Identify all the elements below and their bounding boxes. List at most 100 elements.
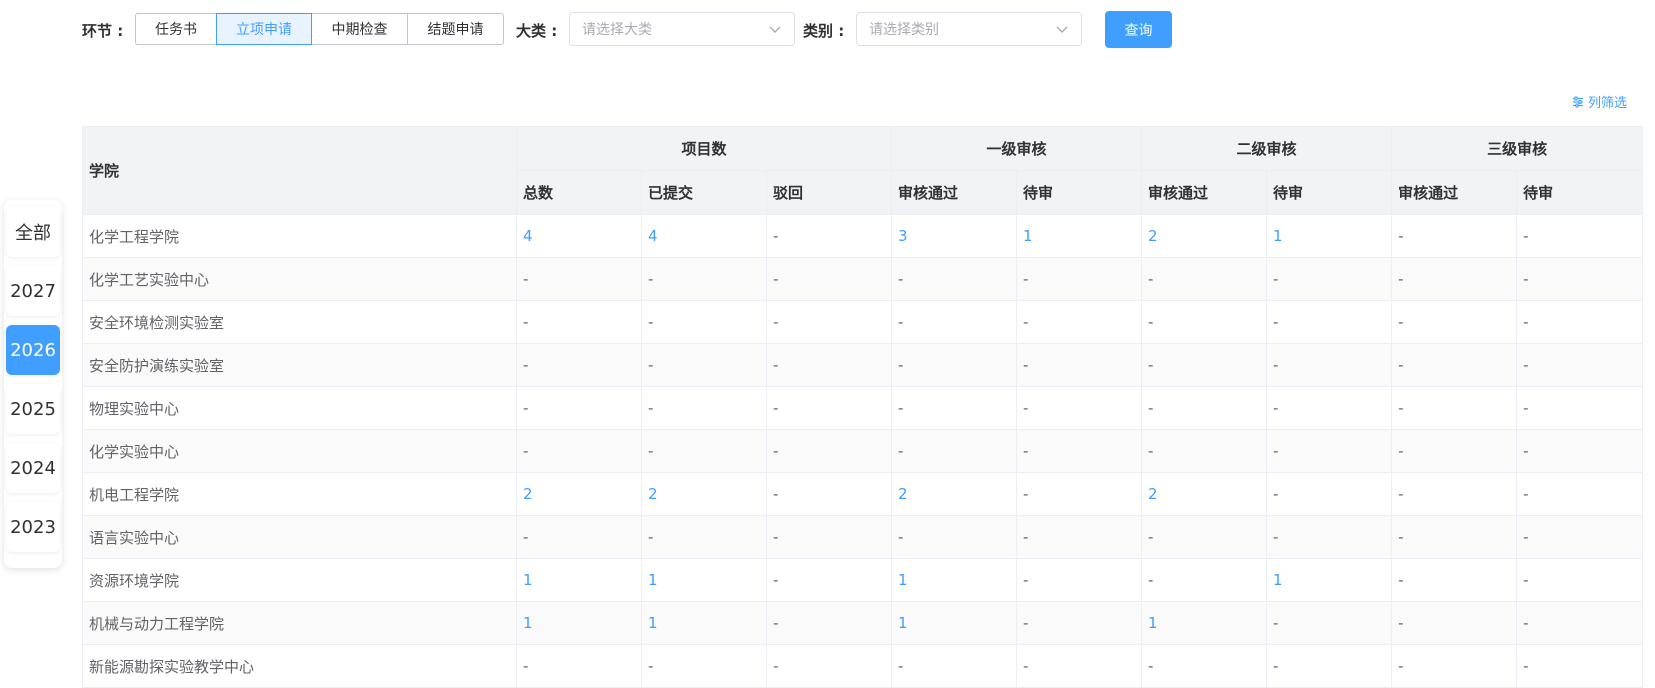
l1-pending-cell: -	[1016, 429, 1143, 473]
total-cell[interactable]: 4	[516, 214, 642, 258]
column-filter-label: 列筛选	[1588, 96, 1628, 111]
l3-pending-cell: -	[1516, 558, 1644, 602]
submitted-cell[interactable]: 2	[641, 472, 767, 516]
stage-midterm-check-button[interactable]: 中期检查	[311, 13, 408, 45]
l3-pending-column-header[interactable]: 待审	[1516, 170, 1644, 215]
submitted-cell[interactable]: 1	[641, 558, 767, 602]
l3-approved-cell: -	[1391, 472, 1518, 516]
l2-pending-cell: -	[1266, 472, 1393, 516]
college-name-cell: 化学工艺实验中心	[82, 257, 517, 301]
l2-pending-column-header[interactable]: 待审	[1266, 170, 1393, 215]
year-sidebar: 全部 2027 2026 2025 2024 2023	[4, 200, 62, 568]
table-header: 学院 项目数 一级审核 二级审核 三级审核 总数 已提交 驳回 审核通过 待审 …	[82, 126, 1644, 215]
l3-pending-cell: -	[1516, 343, 1644, 387]
project-count-group-header: 项目数	[515, 126, 893, 171]
year-2024-tab[interactable]: 2024	[6, 443, 60, 493]
filter-toolbar: 环节 : 任务书 立项申请 中期检查 结题申请 大类 : 请选择大类 类别 : …	[0, 0, 1655, 60]
l1-approved-cell[interactable]: 2	[891, 472, 1018, 516]
type-select[interactable]: 请选择类别	[856, 12, 1082, 46]
l1-approved-cell: -	[891, 343, 1018, 387]
submitted-column-header[interactable]: 已提交	[641, 170, 767, 215]
year-all-tab[interactable]: 全部	[6, 207, 60, 257]
l2-pending-cell: -	[1266, 601, 1393, 645]
stage-completion-application-button[interactable]: 结题申请	[407, 13, 504, 45]
rejected-cell: -	[765, 472, 893, 516]
l2-approved-cell[interactable]: 2	[1141, 214, 1268, 258]
l2-pending-cell: -	[1266, 257, 1393, 301]
l2-pending-cell: -	[1266, 343, 1393, 387]
college-name-cell: 化学实验中心	[82, 429, 517, 473]
stage-project-application-button[interactable]: 立项申请	[216, 13, 312, 45]
l3-approved-cell: -	[1391, 300, 1518, 344]
l1-pending-cell: -	[1016, 472, 1143, 516]
submitted-cell[interactable]: 4	[641, 214, 767, 258]
total-column-header[interactable]: 总数	[516, 170, 642, 215]
l1-approved-column-header[interactable]: 审核通过	[891, 170, 1018, 215]
l2-approved-cell[interactable]: 2	[1141, 472, 1268, 516]
l2-approved-cell: -	[1141, 429, 1268, 473]
l1-pending-cell: -	[1016, 601, 1143, 645]
l2-pending-cell: -	[1266, 644, 1393, 688]
table-row: 机械与动力工程学院 1 1-1-1- - -	[82, 601, 1644, 645]
total-cell[interactable]: 2	[516, 472, 642, 516]
rejected-column-header[interactable]: 驳回	[765, 170, 893, 215]
table-row: 物理实验中心 - - - - - - - - -	[82, 386, 1644, 430]
college-column-header[interactable]: 学院	[82, 126, 517, 215]
l3-approved-column-header[interactable]: 审核通过	[1391, 170, 1518, 215]
submitted-cell: -	[641, 300, 767, 344]
total-cell[interactable]: 1	[516, 601, 642, 645]
table-row: 化学工艺实验中心 - - - - - - - - -	[82, 257, 1644, 301]
l3-approved-cell: -	[1391, 515, 1518, 559]
l1-approved-cell[interactable]: 1	[891, 558, 1018, 602]
l2-approved-cell: -	[1141, 257, 1268, 301]
rejected-cell: -	[765, 601, 893, 645]
sliders-icon	[1573, 96, 1583, 107]
l2-approved-cell[interactable]: 1	[1141, 601, 1268, 645]
stage-task-book-button[interactable]: 任务书	[135, 13, 217, 45]
l1-pending-column-header[interactable]: 待审	[1016, 170, 1143, 215]
l2-approved-cell: -	[1141, 515, 1268, 559]
l2-pending-cell: -	[1266, 300, 1393, 344]
l3-pending-cell: -	[1516, 472, 1644, 516]
l3-pending-cell: -	[1516, 300, 1644, 344]
l2-pending-cell[interactable]: 1	[1266, 214, 1393, 258]
total-cell: -	[516, 257, 642, 301]
l1-pending-cell: -	[1016, 515, 1143, 559]
year-2025-tab[interactable]: 2025	[6, 384, 60, 434]
category-select[interactable]: 请选择大类	[569, 12, 795, 46]
college-name-cell: 机械与动力工程学院	[82, 601, 517, 645]
l3-pending-cell: -	[1516, 429, 1644, 473]
year-2023-tab[interactable]: 2023	[6, 502, 60, 552]
l1-approved-cell[interactable]: 1	[891, 601, 1018, 645]
l1-approved-cell[interactable]: 3	[891, 214, 1018, 258]
rejected-cell: -	[765, 257, 893, 301]
level-1-review-group-header: 一级审核	[891, 126, 1143, 171]
year-2027-tab[interactable]: 2027	[6, 266, 60, 316]
l2-pending-cell: -	[1266, 515, 1393, 559]
rejected-cell: -	[765, 558, 893, 602]
l2-approved-column-header[interactable]: 审核通过	[1141, 170, 1268, 215]
submitted-cell[interactable]: 1	[641, 601, 767, 645]
college-name-cell: 新能源勘探实验教学中心	[82, 644, 517, 688]
year-2026-tab[interactable]: 2026	[6, 325, 60, 375]
l1-pending-cell[interactable]: 1	[1016, 214, 1143, 258]
rejected-cell: -	[765, 515, 893, 559]
l2-approved-cell: -	[1141, 386, 1268, 430]
l1-approved-cell: -	[891, 386, 1018, 430]
column-filter-link[interactable]: 列筛选	[1572, 92, 1627, 111]
table-row: 化学实验中心 - - - - - - - - -	[82, 429, 1644, 473]
l3-approved-cell: -	[1391, 343, 1518, 387]
query-button[interactable]: 查询	[1105, 11, 1172, 48]
total-cell[interactable]: 1	[516, 558, 642, 602]
stage-segmented-control: 任务书 立项申请 中期检查 结题申请	[135, 13, 504, 45]
table-body: 化学工程学院 4 4-3 1 2 1- - 化学工艺实验中心 - - - - - - - - - 安全环境检测实验…	[82, 214, 1644, 688]
l3-approved-cell: -	[1391, 386, 1518, 430]
rejected-cell: -	[765, 214, 893, 258]
l1-approved-cell: -	[891, 300, 1018, 344]
rejected-cell: -	[765, 429, 893, 473]
l2-pending-cell: -	[1266, 429, 1393, 473]
l2-pending-cell[interactable]: 1	[1266, 558, 1393, 602]
table-row: 新能源勘探实验教学中心 - - - - - - - - -	[82, 644, 1644, 688]
l3-approved-cell: -	[1391, 257, 1518, 301]
l3-approved-cell: -	[1391, 558, 1518, 602]
